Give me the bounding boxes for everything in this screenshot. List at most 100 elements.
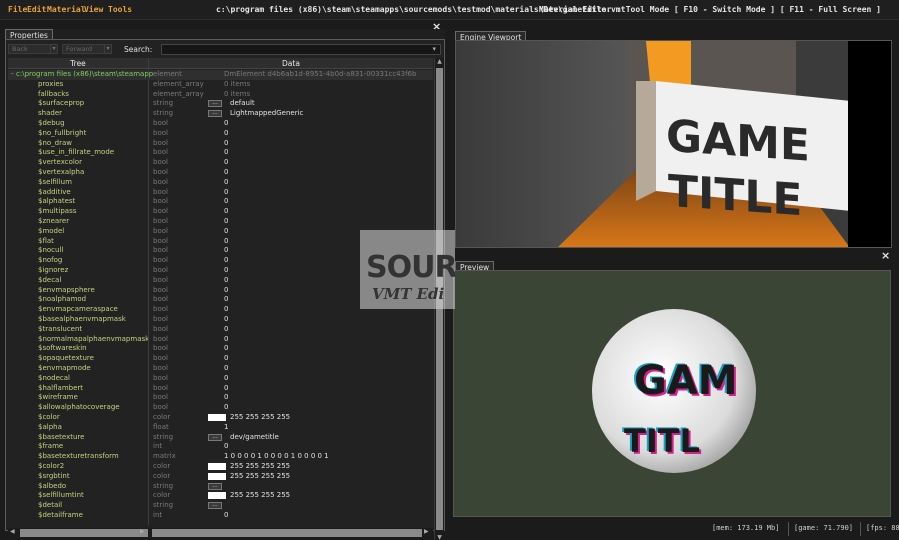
row-value: 0 <box>224 217 229 225</box>
row-value[interactable]: 255 255 255 255 <box>230 472 290 482</box>
table-row[interactable]: $no_fullbright bool 0 <box>8 129 433 139</box>
menu-edit[interactable]: Edit <box>27 5 46 14</box>
table-row[interactable]: $halflambert bool 0 <box>8 384 433 394</box>
table-row[interactable]: $znearer bool 0 <box>8 217 433 227</box>
table-row[interactable]: $color color 255 255 255 255 <box>8 413 433 423</box>
table-row[interactable]: $basealphaenvmapmask bool 0 <box>8 315 433 325</box>
color-swatch[interactable] <box>208 472 226 480</box>
scroll-up-icon[interactable]: ▲ <box>436 58 443 66</box>
scroll-right-icon[interactable]: ▶ <box>424 528 429 535</box>
row-name: $halflambert <box>38 383 84 392</box>
table-row[interactable]: $allowalphatocoverage bool 0 <box>8 403 433 413</box>
table-row[interactable]: $surfaceprop string... default <box>8 99 433 109</box>
table-row[interactable]: $translucent bool 0 <box>8 325 433 335</box>
hscroll-thumb-right[interactable] <box>152 529 422 537</box>
table-row[interactable]: $detailframe int 0 <box>8 511 433 521</box>
row-value[interactable]: default <box>230 99 255 109</box>
table-row[interactable]: $alphatest bool 0 <box>8 197 433 207</box>
table-row[interactable]: $normalmapalphaenvmapmask bool 0 <box>8 335 433 345</box>
table-row[interactable]: $basetexture string... dev/gametitle <box>8 433 433 443</box>
hscroll-thumb-left[interactable] <box>20 529 148 537</box>
table-row[interactable]: $additive bool 0 <box>8 188 433 198</box>
row-name: $basetexturetransform <box>38 452 119 461</box>
table-row[interactable]: $envmapmode bool 0 <box>8 364 433 374</box>
search-dropdown-icon[interactable]: ▾ <box>432 45 436 53</box>
close-preview-icon[interactable]: × <box>881 250 890 261</box>
search-input[interactable]: ▾ <box>161 44 441 55</box>
row-name: $alphatest <box>38 197 76 206</box>
horizontal-scrollbar[interactable]: ◀ ▶ ▶ <box>8 528 433 538</box>
table-row[interactable]: $selfillumtint color 255 255 255 255 <box>8 491 433 501</box>
table-row[interactable]: $use_in_fillrate_mode bool 0 <box>8 148 433 158</box>
table-row[interactable]: proxies element_array 0 items <box>8 80 433 90</box>
table-row[interactable]: $frame int 0 <box>8 442 433 452</box>
row-type: matrix <box>153 452 176 461</box>
row-value: 1 0 0 0 0 1 0 0 0 0 1 0 0 0 0 1 <box>224 452 329 461</box>
table-row[interactable]: $detail string... <box>8 501 433 511</box>
row-name: $nocull <box>38 246 64 255</box>
menu-tools[interactable]: Tools <box>108 5 132 14</box>
status-divider <box>788 522 789 536</box>
table-row[interactable]: $albedo string... <box>8 482 433 492</box>
row-value[interactable]: 255 255 255 255 <box>230 462 290 472</box>
table-row[interactable]: $vertexcolor bool 0 <box>8 158 433 168</box>
table-row[interactable]: $opaquetexture bool 0 <box>8 354 433 364</box>
table-row[interactable]: $no_draw bool 0 <box>8 139 433 149</box>
row-type: bool <box>153 177 168 186</box>
table-row[interactable]: $vertexalpha bool 0 <box>8 168 433 178</box>
browse-button[interactable]: ... <box>208 100 222 108</box>
table-row[interactable]: $selfillum bool 0 <box>8 178 433 188</box>
menu-file[interactable]: File <box>8 5 27 14</box>
row-value[interactable]: LightmappedGeneric <box>230 109 303 119</box>
table-row-root[interactable]: - c:\program files (x86)\steam\steamapps… <box>8 70 433 80</box>
row-value[interactable]: dev/gametitle <box>230 433 279 443</box>
col-tree[interactable]: Tree <box>8 59 148 68</box>
scroll-right-icon-left[interactable]: ▶ <box>140 528 145 535</box>
back-dropdown-icon[interactable]: ▾ <box>50 44 58 54</box>
collapse-icon[interactable]: - <box>11 70 14 80</box>
col-data[interactable]: Data <box>149 59 433 68</box>
scroll-down-icon[interactable]: ▼ <box>436 534 443 540</box>
row-type: bool <box>153 217 168 225</box>
menu-material[interactable]: Material <box>47 5 86 14</box>
table-row[interactable]: $multipass bool 0 <box>8 207 433 217</box>
row-value[interactable]: 255 255 255 255 <box>230 491 290 501</box>
table-row[interactable]: $color2 color 255 255 255 255 <box>8 462 433 472</box>
color-swatch[interactable] <box>208 463 226 470</box>
browse-button[interactable]: ... <box>208 482 222 490</box>
browse-button[interactable]: ... <box>208 110 222 118</box>
row-value: 0 <box>224 295 229 304</box>
row-type: int <box>153 511 163 519</box>
row-name: $no_fullbright <box>38 128 87 137</box>
row-name: $model <box>38 226 65 235</box>
row-value[interactable]: 255 255 255 255 <box>230 413 290 423</box>
table-row[interactable]: $wireframe bool 0 <box>8 393 433 403</box>
engine-viewport[interactable]: GAME TITLE <box>455 40 892 248</box>
row-value: DmElement d4b6ab1d-8951-4b0d-a831-00331c… <box>224 70 417 78</box>
color-swatch[interactable] <box>208 492 226 500</box>
row-type: bool <box>153 315 168 323</box>
forward-dropdown-icon[interactable]: ▾ <box>104 44 112 54</box>
sign-line2: TITLE <box>668 166 802 226</box>
scroll-left-icon[interactable]: ◀ <box>10 528 15 535</box>
row-type: bool <box>153 168 168 176</box>
row-type: bool <box>153 295 168 304</box>
table-row[interactable]: shader string... LightmappedGeneric <box>8 109 433 119</box>
color-swatch[interactable] <box>208 414 226 421</box>
row-value: 0 <box>224 266 229 274</box>
preview-viewport[interactable]: GAM GAM GAM TITL TITL TITL <box>453 270 891 517</box>
table-row[interactable]: $basetexturetransform matrix 1 0 0 0 0 1 0… <box>8 452 433 462</box>
row-name: $basealphaenvmapmask <box>38 315 126 323</box>
browse-button[interactable]: ... <box>208 502 222 510</box>
menu-view[interactable]: View <box>84 5 103 14</box>
row-value: 0 <box>224 305 229 314</box>
table-row[interactable]: fallbacks element_array 0 items <box>8 90 433 100</box>
table-row[interactable]: $alpha float 1 <box>8 423 433 433</box>
table-row[interactable]: $debug bool 0 <box>8 119 433 129</box>
browse-button[interactable]: ... <box>208 433 222 441</box>
table-row[interactable]: $srgbtint color 255 255 255 255 <box>8 472 433 482</box>
row-value: 0 <box>224 207 229 216</box>
table-row[interactable]: $softwareskin bool 0 <box>8 344 433 354</box>
table-row[interactable]: $nodecal bool 0 <box>8 374 433 384</box>
row-value: 0 <box>224 197 229 206</box>
